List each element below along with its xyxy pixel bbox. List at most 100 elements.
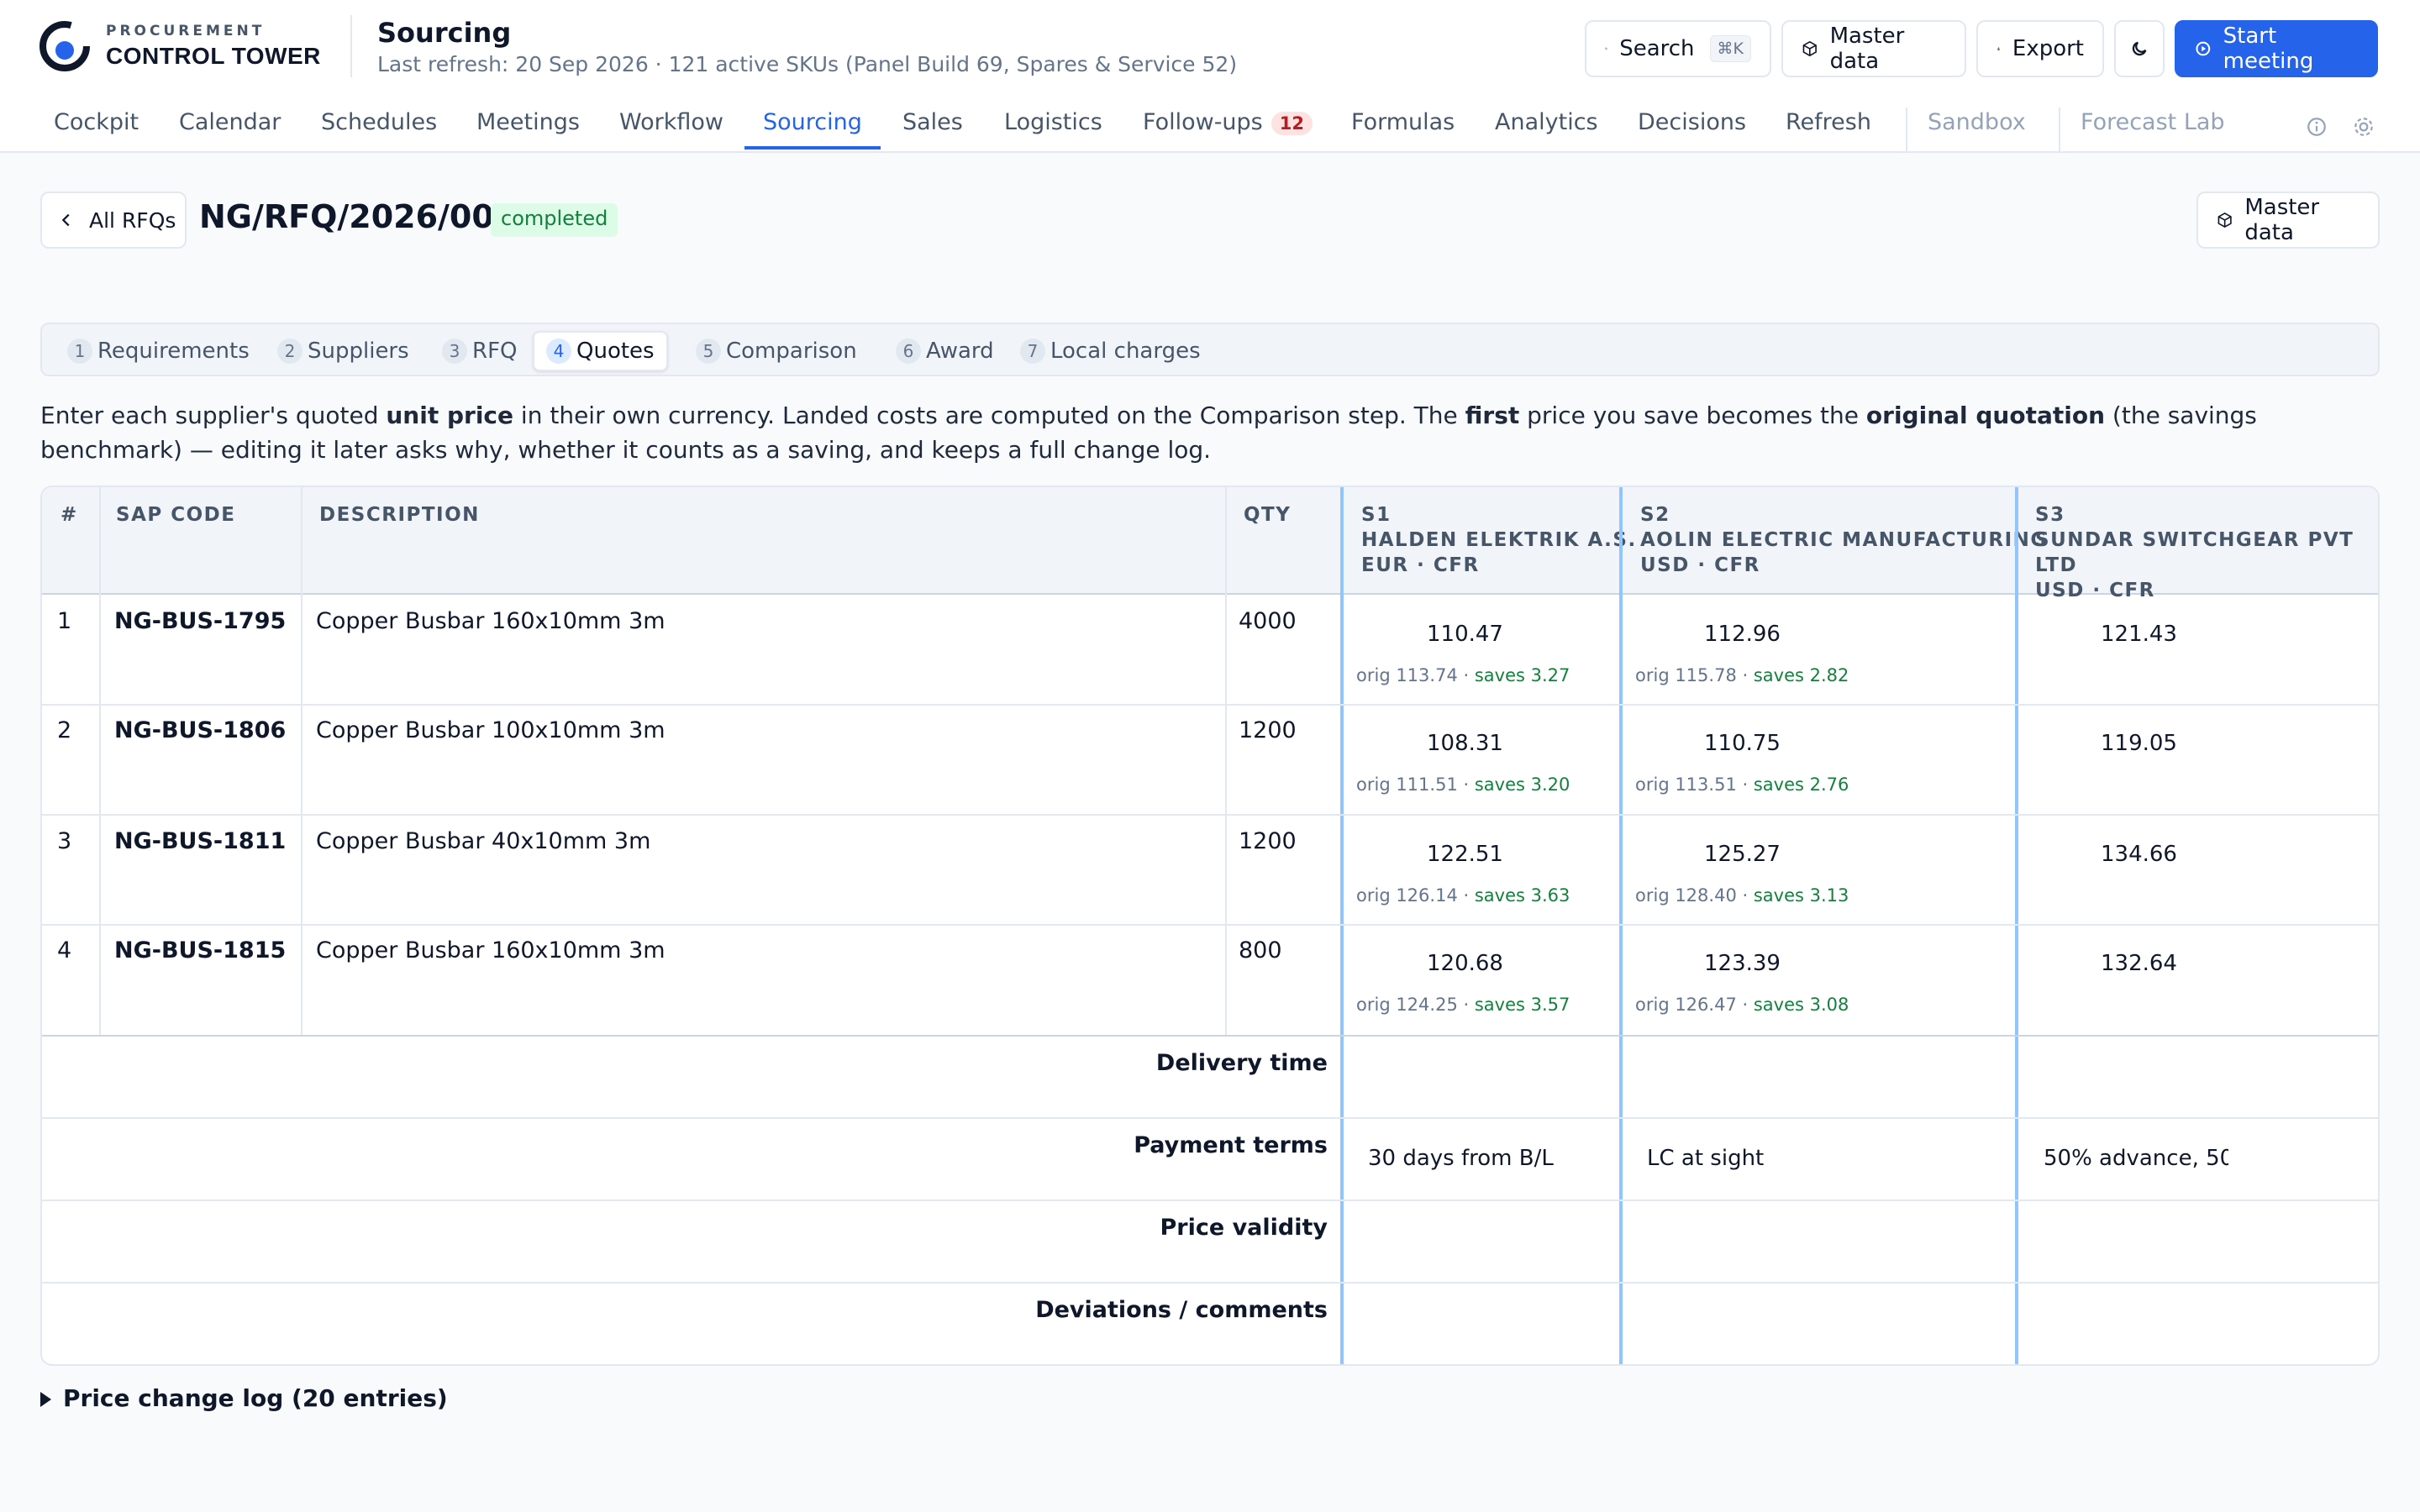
nav-item-sales[interactable]: Sales [902, 109, 963, 135]
search-shortcut: ⌘K [1709, 35, 1751, 62]
price-input[interactable]: 110.75 [1704, 731, 1781, 756]
step-award[interactable]: 6 Award [884, 331, 1006, 371]
step-quotes[interactable]: 4 Quotes [533, 331, 668, 371]
page-title: Sourcing [377, 17, 512, 49]
price-input[interactable]: 125.27 [1704, 842, 1781, 867]
price-input[interactable]: 123.39 [1704, 951, 1781, 976]
supplier-code: S1 [1361, 504, 1392, 526]
deviations-label: Deviations / comments [1035, 1297, 1328, 1323]
brand-title: CONTROL TOWER [106, 43, 321, 69]
original-quote: orig 113.74 · saves 3.27 [1356, 665, 1570, 685]
intro-text: Enter each supplier's quoted unit price … [40, 398, 2376, 467]
brand[interactable]: PROCUREMENT CONTROL TOWER [37, 18, 321, 74]
column-divider [99, 487, 101, 1037]
step-local-charges[interactable]: 7 Local charges [1008, 331, 1213, 371]
info-icon[interactable] [2306, 116, 2328, 138]
step-suppliers[interactable]: 2 Suppliers [266, 331, 421, 371]
nav-item-cockpit[interactable]: Cockpit [54, 109, 139, 135]
nav-item-refresh[interactable]: Refresh [1786, 109, 1871, 135]
supplier-terms: USD · CFR [1640, 554, 1760, 576]
price-input[interactable]: 122.51 [1427, 842, 1503, 867]
moon-icon [2132, 41, 2147, 56]
all-rfqs-button[interactable]: All RFQs [40, 192, 187, 249]
nav-item-calendar[interactable]: Calendar [179, 109, 281, 135]
price-input[interactable]: 119.05 [2101, 731, 2177, 756]
start-meeting-label: Start meeting [2223, 24, 2314, 74]
payment-terms-input[interactable]: 30 days from B/L [1368, 1146, 1603, 1171]
supplier-name: AOLIN ELECTRIC MANUFACTURING [1640, 529, 2048, 551]
nav-item-analytics[interactable]: Analytics [1495, 109, 1598, 135]
start-meeting-button[interactable]: Start meeting [2175, 20, 2378, 77]
supplier-divider [1340, 487, 1344, 1364]
orig-text: orig 128.40 · [1635, 885, 1754, 906]
supplier-terms: USD · CFR [2035, 580, 2155, 601]
nav-item-logistics[interactable]: Logistics [1004, 109, 1102, 135]
row-number: 4 [57, 937, 72, 963]
intro-part: in their own currency. Landed costs are … [513, 402, 1465, 429]
orig-text: orig 124.25 · [1356, 995, 1475, 1015]
row-divider [42, 814, 2378, 816]
rfq-master-data-label: Master data [2244, 195, 2320, 245]
original-quote: orig 115.78 · saves 2.82 [1635, 665, 1849, 685]
row-divider [42, 1200, 2378, 1201]
supplier-divider [2015, 487, 2018, 1364]
search-button[interactable]: Search ⌘K [1585, 20, 1771, 77]
savings-text: saves 3.13 [1753, 885, 1849, 906]
step-label: Quotes [576, 339, 655, 364]
page-subtitle: Last refresh: 20 Sep 2026 · 121 active S… [377, 52, 1238, 76]
nav-item-schedules[interactable]: Schedules [321, 109, 437, 135]
price-input[interactable]: 121.43 [2101, 622, 2177, 647]
savings-text: saves 3.20 [1474, 774, 1570, 795]
price-input[interactable]: 110.47 [1427, 622, 1503, 647]
step-requirements[interactable]: 1 Requirements [55, 331, 261, 371]
follow-ups-badge: 12 [1270, 112, 1313, 135]
nav-item-sandbox[interactable]: Sandbox [1928, 109, 2026, 135]
step-comparison[interactable]: 5 Comparison [684, 331, 869, 371]
master-data-button[interactable]: Master data [1781, 20, 1966, 77]
column-divider [1225, 487, 1227, 1037]
intro-bold: unit price [386, 402, 514, 429]
savings-text: saves 2.82 [1753, 665, 1849, 685]
savings-text: saves 3.27 [1474, 665, 1570, 685]
row-divider [42, 924, 2378, 926]
col-header-sap-code: SAP CODE [116, 504, 236, 526]
price-input[interactable]: 120.68 [1427, 951, 1503, 976]
nav-item-decisions[interactable]: Decisions [1638, 109, 1746, 135]
supplier-code: S3 [2035, 504, 2065, 526]
quantity: 1200 [1239, 717, 1297, 743]
original-quote: orig 111.51 · saves 3.20 [1356, 774, 1570, 795]
nav-item-follow-ups[interactable]: Follow-ups 12 [1143, 109, 1313, 135]
row-divider [42, 704, 2378, 706]
theme-toggle-button[interactable] [2114, 20, 2165, 77]
follow-ups-label: Follow-ups [1143, 109, 1263, 135]
price-input[interactable]: 108.31 [1427, 731, 1503, 756]
intro-bold: first [1465, 402, 1520, 429]
price-change-log-toggle[interactable]: Price change log (20 entries) [40, 1384, 448, 1412]
nav-item-formulas[interactable]: Formulas [1351, 109, 1455, 135]
nav-item-workflow[interactable]: Workflow [619, 109, 723, 135]
supplier-divider [1619, 487, 1623, 1364]
payment-terms-input[interactable]: LC at sight [1647, 1146, 2000, 1171]
nav-item-forecast-lab[interactable]: Forecast Lab [2081, 109, 2225, 135]
orig-text: orig 126.14 · [1356, 885, 1475, 906]
step-rfq[interactable]: 3 RFQ [430, 331, 529, 371]
nav-item-sourcing[interactable]: Sourcing [763, 109, 862, 135]
payment-terms-input[interactable]: 50% advance, 50% against B/L [2044, 1146, 2228, 1171]
settings-icon[interactable] [2353, 116, 2375, 138]
price-input[interactable]: 112.96 [1704, 622, 1781, 647]
rfq-master-data-button[interactable]: Master data [2196, 192, 2380, 249]
divider [350, 15, 352, 77]
sap-code: NG-BUS-1811 [114, 828, 287, 854]
brand-subtitle: PROCUREMENT [106, 23, 266, 39]
orig-text: orig 111.51 · [1356, 774, 1475, 795]
supplier-name: HALDEN ELEKTRIK A.S. [1361, 529, 1637, 551]
price-input[interactable]: 134.66 [2101, 842, 2177, 867]
export-button[interactable]: Export [1976, 20, 2104, 77]
nav-item-meetings[interactable]: Meetings [476, 109, 580, 135]
export-label: Export [2012, 36, 2084, 61]
original-quote: orig 126.47 · saves 3.08 [1635, 995, 1849, 1015]
step-tabs: 1 Requirements 2 Suppliers 3 RFQ 4 Quotes 5C… [40, 323, 2380, 376]
row-divider [42, 1035, 2378, 1037]
nav-divider [2059, 108, 2060, 151]
price-input[interactable]: 132.64 [2101, 951, 2177, 976]
